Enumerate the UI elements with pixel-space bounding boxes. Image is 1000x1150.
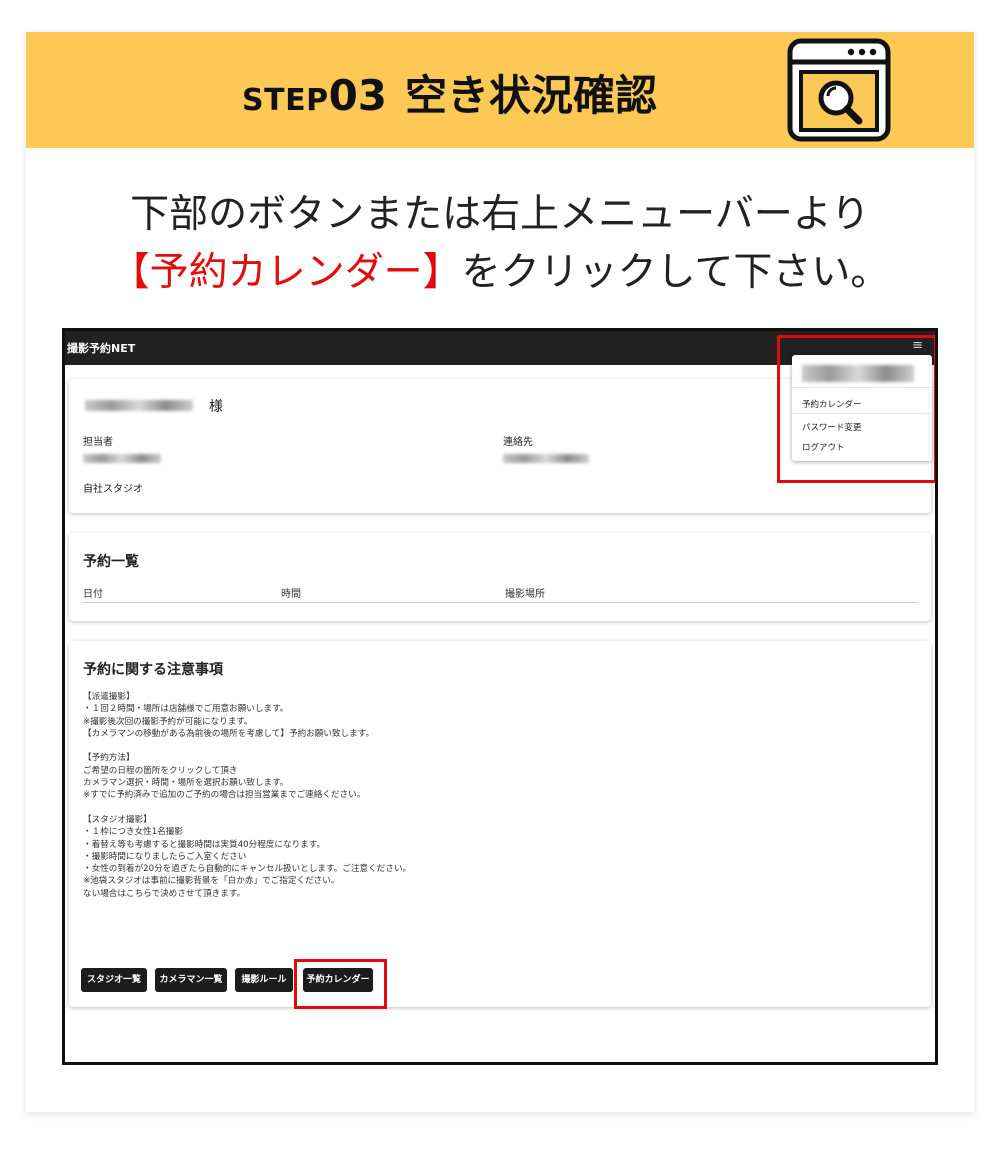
reservation-list-title: 予約一覧 (83, 554, 139, 570)
customer-name-redacted (85, 400, 193, 411)
column-time: 時間 (281, 589, 301, 600)
browser-search-icon (787, 38, 891, 142)
step-title: 空き状況確認 (405, 71, 658, 120)
notes-panel: 予約に関する注意事項 【派遣撮影】 ・１回２時間・場所は店舗様でご用意お願いしま… (69, 641, 931, 1007)
menu-highlight-box (777, 335, 935, 483)
app-screenshot: 撮影予約NET ≡ 様 担当者 連絡先 自社スタジオ 予約一覧 日付 時間 撮影… (62, 328, 938, 1065)
notes-title: 予約に関する注意事項 (83, 662, 223, 678)
contact-label: 連絡先 (503, 437, 533, 448)
staff-name-redacted (83, 454, 161, 463)
notes-body: 【派遣撮影】 ・１回２時間・場所は店舗様でご用意お願いします。 ※撮影後次回の撮… (83, 692, 412, 899)
step-heading: STEP03 空き状況確認 (242, 62, 657, 123)
navbar-brand[interactable]: 撮影予約NET (67, 340, 135, 356)
column-date: 日付 (83, 589, 103, 600)
customer-suffix: 様 (209, 399, 223, 415)
instruction-line1: 下部のボタンまたは右上メニューバーより (130, 192, 870, 237)
instruction-text: 下部のボタンまたは右上メニューバーより 【予約カレンダー】をクリックして下さい。 (26, 186, 974, 302)
instruction-highlight: 【予約カレンダー】 (110, 250, 462, 295)
column-location: 撮影場所 (505, 589, 545, 600)
calendar-button-highlight-box (294, 959, 387, 1009)
table-header-divider (83, 602, 917, 603)
step-word: STEP (242, 83, 329, 118)
step-card: STEP03 空き状況確認 下部のボタンまたは右上メニューバーより 【予約カレンダ… (26, 32, 974, 1112)
studio-list-button[interactable]: スタジオ一覧 (81, 968, 147, 992)
studio-name: 自社スタジオ (83, 484, 143, 495)
instruction-line2-rest: をクリックして下さい。 (461, 250, 890, 295)
reservation-list-panel: 予約一覧 日付 時間 撮影場所 (69, 533, 931, 621)
step-header: STEP03 空き状況確認 (26, 32, 974, 148)
contact-value-redacted (503, 454, 589, 463)
staff-label: 担当者 (83, 437, 113, 448)
photographer-list-button[interactable]: カメラマン一覧 (155, 968, 227, 992)
step-number: 03 (328, 71, 388, 120)
shooting-rules-button[interactable]: 撮影ルール (235, 968, 293, 992)
instruction-line2: 【予約カレンダー】をクリックして下さい。 (26, 244, 974, 302)
